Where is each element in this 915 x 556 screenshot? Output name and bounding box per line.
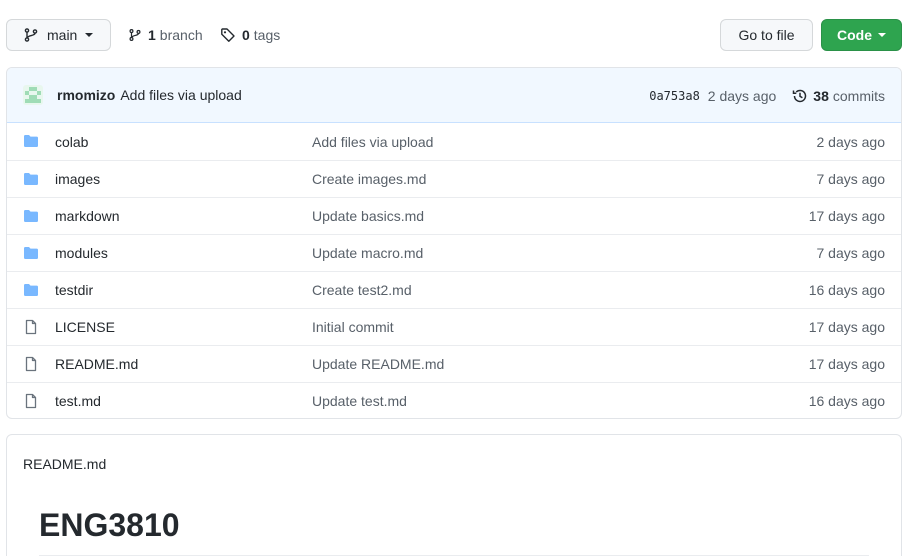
folder-icon [23, 133, 39, 149]
file-name-link[interactable]: markdown [55, 208, 120, 224]
file-row[interactable]: testdir Create test2.md 16 days ago [7, 271, 901, 308]
commit-age: 2 days ago [707, 87, 777, 104]
branch-word: branch [159, 27, 203, 43]
file-name-link[interactable]: test.md [55, 393, 101, 409]
file-row[interactable]: colab Add files via upload 2 days ago [7, 123, 901, 160]
file-row[interactable]: markdown Update basics.md 17 days ago [7, 197, 901, 234]
file-commit-message-link[interactable]: Initial commit [312, 319, 394, 335]
folder-icon [23, 171, 39, 187]
file-commit-message-link[interactable]: Update README.md [312, 356, 444, 372]
file-commit-message-link[interactable]: Update macro.md [312, 245, 423, 261]
file-icon [23, 393, 39, 409]
branches-link[interactable]: 1 branch [128, 19, 203, 51]
folder-icon [23, 245, 39, 261]
file-name-link[interactable]: images [55, 171, 100, 187]
chevron-down-icon [85, 33, 94, 37]
chevron-down-icon [878, 33, 886, 37]
readme-filename[interactable]: README.md [23, 456, 106, 472]
file-commit-message-link[interactable]: Add files via upload [312, 134, 433, 150]
commit-message-link[interactable]: Add files via upload [120, 87, 241, 103]
file-icon [23, 356, 39, 372]
file-row[interactable]: LICENSE Initial commit 17 days ago [7, 308, 901, 345]
file-row[interactable]: images Create images.md 7 days ago [7, 160, 901, 197]
file-commit-age: 17 days ago [808, 319, 885, 335]
history-icon [793, 89, 807, 102]
tags-link[interactable]: 0 tags [220, 19, 280, 51]
file-commit-age: 17 days ago [808, 208, 885, 224]
readme-heading: ENG3810 [39, 507, 180, 543]
file-commit-age: 7 days ago [816, 171, 886, 187]
file-name-link[interactable]: testdir [55, 282, 93, 298]
repo-toolbar: main 1 branch 0 tags Go to file Code [6, 19, 902, 51]
file-icon [23, 319, 39, 335]
folder-icon [23, 282, 39, 298]
file-row[interactable]: README.md Update README.md 17 days ago [7, 345, 901, 382]
file-name-link[interactable]: README.md [55, 356, 138, 372]
go-to-file-button[interactable]: Go to file [720, 19, 813, 51]
branch-name: main [47, 27, 78, 43]
git-branch-icon [24, 28, 38, 42]
file-commit-age: 17 days ago [808, 356, 885, 372]
readme-panel: README.md ENG3810 [6, 434, 902, 556]
latest-commit-bar: rmomizo Add files via upload 0a753a8 2 d… [7, 68, 901, 123]
commit-sha-link[interactable]: 0a753a8 [649, 89, 700, 103]
branch-count: 1 [148, 27, 156, 43]
commit-word: commits [832, 87, 885, 104]
commit-meta: 0a753a8 2 days ago 38 commits [649, 68, 885, 123]
file-commit-age: 7 days ago [816, 245, 886, 261]
code-button[interactable]: Code [821, 19, 902, 51]
file-name-link[interactable]: modules [55, 245, 108, 261]
commits-history-link[interactable]: 38 commits [792, 88, 885, 104]
file-name-link[interactable]: LICENSE [55, 319, 115, 335]
file-row[interactable]: test.md Update test.md 16 days ago [7, 382, 901, 418]
tag-icon [221, 28, 235, 42]
go-to-file-label: Go to file [738, 27, 795, 43]
branch-select-button[interactable]: main [6, 19, 111, 51]
avatar[interactable] [23, 85, 43, 105]
file-commit-message-link[interactable]: Create test2.md [312, 282, 412, 298]
file-commit-age: 16 days ago [808, 393, 885, 409]
file-row[interactable]: modules Update macro.md 7 days ago [7, 234, 901, 271]
file-commit-age: 2 days ago [816, 133, 886, 150]
file-commit-age: 16 days ago [808, 282, 885, 298]
file-commit-message-link[interactable]: Create images.md [312, 171, 426, 187]
code-label: Code [837, 27, 872, 43]
commit-author-link[interactable]: rmomizo [57, 87, 115, 103]
file-list: colab Add files via upload 2 days ago image… [7, 123, 901, 418]
file-name-link[interactable]: colab [55, 134, 88, 150]
commit-count: 38 [813, 87, 829, 104]
folder-icon [23, 208, 39, 224]
tag-count: 0 [242, 27, 250, 43]
file-commit-message-link[interactable]: Update basics.md [312, 208, 424, 224]
file-browser: rmomizo Add files via upload 0a753a8 2 d… [6, 67, 902, 419]
git-branch-icon [129, 29, 141, 41]
file-commit-message-link[interactable]: Update test.md [312, 393, 407, 409]
tag-word: tags [253, 27, 281, 43]
